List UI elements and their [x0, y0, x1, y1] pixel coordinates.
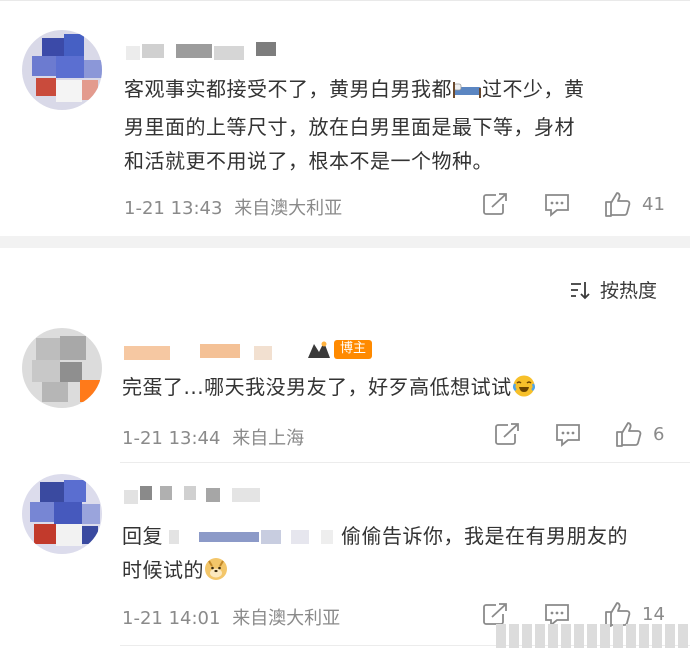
comment-line: 客观事实都接受不了，黄男白男我都 [124, 77, 452, 101]
repost-button[interactable] [482, 192, 508, 216]
comment-line: 男里面的上等尺寸，放在白男里面是最下等，身材 [124, 115, 575, 139]
blogger-tag: 博主 [334, 339, 373, 359]
comment-line: 时候试的 [122, 558, 204, 582]
location: 来自澳大利亚 [232, 608, 341, 629]
comment-button[interactable] [543, 192, 571, 218]
repost-icon [483, 193, 507, 215]
like-count: 6 [653, 423, 665, 445]
comment-button[interactable] [554, 422, 582, 448]
avatar[interactable] [22, 474, 102, 554]
comment-line: 完蛋了...哪天我没男友了，好歹高低想试试 [122, 375, 512, 399]
blurred-mention[interactable] [163, 530, 341, 544]
bed-emoji [452, 76, 482, 110]
thumbs-up-icon [605, 192, 631, 217]
timestamp: 1-21 14:01 [122, 608, 221, 629]
location: 来自澳大利亚 [234, 198, 343, 219]
avatar[interactable] [22, 30, 102, 110]
sort-icon [571, 281, 590, 299]
comment-line: 过不少，黄 [482, 77, 585, 101]
comment-meta: 1-21 13:43 来自澳大利亚 [124, 194, 342, 220]
like-button[interactable]: 41 [604, 190, 665, 218]
timestamp: 1-21 13:43 [124, 198, 223, 219]
comment-text: 回复 偷偷告诉你，我是在有男朋友的 时候试的 [122, 519, 678, 591]
like-count: 41 [642, 193, 665, 215]
repost-button[interactable] [482, 602, 508, 626]
sort-label: 按热度 [600, 280, 658, 302]
comment-line: 偷偷告诉你，我是在有男朋友的 [341, 524, 628, 548]
like-count: 14 [642, 603, 665, 625]
repost-icon [483, 603, 507, 625]
comment-line: 和活就更不用说了，根本不是一个物种。 [124, 149, 493, 173]
thumbs-up-icon [616, 422, 642, 447]
reply-prefix: 回复 [122, 524, 163, 548]
comment-meta: 1-21 13:44 来自上海 [122, 424, 304, 450]
blogger-badge: 博主 [306, 338, 373, 360]
doge-emoji [204, 557, 228, 591]
comment-text: 完蛋了...哪天我没男友了，好歹高低想试试 [122, 370, 662, 408]
avatar[interactable] [22, 328, 102, 408]
comment-text: 客观事实都接受不了，黄男白男我都 过不少，黄 男里面的上等尺寸，放在白男里面是最下… [124, 72, 664, 178]
repost-icon [495, 423, 519, 445]
verified-icon [306, 338, 332, 360]
blurred-watermark [496, 624, 688, 648]
reply-divider [120, 462, 690, 463]
comment-icon [545, 194, 569, 217]
crying-laughing-emoji [512, 374, 536, 408]
location: 来自上海 [232, 428, 305, 449]
repost-button[interactable] [494, 422, 520, 446]
section-separator [0, 236, 690, 248]
like-button[interactable]: 6 [615, 420, 664, 448]
comment-meta: 1-21 14:01 来自澳大利亚 [122, 604, 340, 630]
top-divider [0, 0, 690, 1]
timestamp: 1-21 13:44 [122, 428, 221, 449]
comment-icon [556, 424, 580, 447]
sort-by-heat[interactable]: 按热度 [570, 276, 657, 303]
